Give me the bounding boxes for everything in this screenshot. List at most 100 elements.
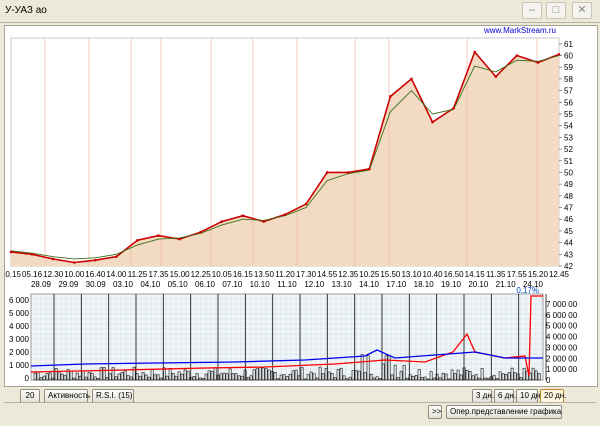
price-point — [30, 253, 34, 256]
title-bar: У-УАЗ ао – □ ✕ — [0, 0, 600, 23]
y-tick-label: 43 — [564, 250, 573, 259]
y-tick-label: 51 — [564, 157, 573, 166]
date-label: 11.10 — [277, 280, 297, 289]
period-10d-button[interactable]: 10 дн. — [516, 389, 542, 403]
window-title: У-УАЗ ао — [5, 5, 47, 16]
date-label: 17.10 — [386, 280, 407, 289]
price-point — [431, 120, 434, 124]
x-tick-label: 11.20 — [275, 270, 295, 279]
minimize-icon: – — [528, 4, 536, 16]
x-tick-label: 16.50 — [444, 270, 465, 279]
date-label: 19.10 — [441, 280, 462, 289]
y-tick-label: 57 — [564, 87, 573, 96]
left-tick-label: 1 000 — [9, 361, 30, 370]
period-3d-button[interactable]: 3 дн. — [472, 389, 494, 403]
y-tick-label: 46 — [564, 215, 573, 224]
date-label: 10.10 — [250, 280, 271, 289]
right-tick-label: 4 000 00 — [546, 333, 578, 342]
price-point — [368, 167, 371, 171]
left-tick-label: 3 000 — [9, 335, 30, 344]
x-tick-label: 14.00 — [106, 270, 127, 279]
x-tick-label: 12.35 — [338, 270, 359, 279]
price-point — [452, 106, 455, 110]
divider — [4, 402, 596, 403]
x-tick-label: 10.40 — [423, 270, 444, 279]
y-tick-label: 61 — [564, 40, 573, 49]
y-tick-label: 58 — [564, 75, 573, 84]
date-label: 04.10 — [140, 280, 161, 289]
scroll-right-button[interactable]: >> — [428, 405, 442, 419]
x-tick-label: 16.15 — [233, 270, 254, 279]
y-tick-label: 47 — [564, 204, 573, 213]
left-tick-label: 6 000 — [9, 296, 30, 305]
price-point — [473, 50, 476, 54]
maximize-button[interactable]: □ — [546, 2, 566, 19]
right-tick-label: 2 000 00 — [546, 354, 578, 363]
left-tick-label: 2 000 — [9, 348, 30, 357]
y-tick-label: 44 — [564, 239, 573, 248]
y-tick-label: 45 — [564, 227, 573, 236]
date-label: 13.10 — [332, 280, 353, 289]
percent-badge: 0,17% — [516, 286, 539, 295]
x-tick-label: 20.15 — [5, 270, 22, 279]
date-label: 06.10 — [195, 280, 216, 289]
activity-button[interactable]: Активность — [44, 389, 90, 403]
price-point — [115, 255, 118, 258]
price-point — [72, 261, 76, 264]
chart-svg: 6160595857565554535251504948474645444342… — [1, 26, 578, 385]
x-tick-label: 12.30 — [43, 270, 64, 279]
date-label: 30.09 — [86, 280, 107, 289]
date-label: 18.10 — [414, 280, 435, 289]
price-point — [283, 213, 287, 216]
period-button[interactable]: 20 — [20, 389, 40, 403]
y-tick-label: 49 — [564, 180, 573, 189]
x-tick-label: 11.25 — [128, 270, 148, 279]
price-point — [536, 61, 540, 64]
price-point — [346, 171, 350, 174]
date-label: 12.10 — [304, 280, 325, 289]
period-6d-button[interactable]: 6 дн. — [494, 389, 516, 403]
price-point — [494, 75, 498, 78]
minimize-button[interactable]: – — [522, 2, 542, 19]
chart-area: 61 60 59 58 57 56 55 54 53 52 51 50 49 48 47 46 45 44 43 42… — [1, 25, 598, 387]
period-20d-button[interactable]: 20 дн. — [540, 389, 566, 403]
y-tick-label: 59 — [564, 63, 573, 72]
oper-view-button[interactable]: Опер.представление графика — [446, 405, 562, 419]
x-tick-label: 17.55 — [507, 270, 528, 279]
price-point — [199, 230, 202, 234]
left-tick-label: 4 000 — [9, 322, 30, 331]
maximize-icon: □ — [552, 4, 560, 16]
x-tick-label: 11.35 — [486, 270, 506, 279]
x-tick-label: 12.25 — [191, 270, 212, 279]
price-point — [389, 95, 392, 98]
y-tick-label: 55 — [564, 110, 573, 119]
close-button[interactable]: ✕ — [572, 2, 592, 19]
x-tick-label: 14.15 — [465, 270, 486, 279]
x-tick-label: 13.50 — [254, 270, 275, 279]
y-tick-label: 53 — [564, 133, 573, 142]
x-tick-label: 05.16 — [22, 270, 43, 279]
price-point — [51, 257, 55, 261]
x-tick-label: 17.30 — [296, 270, 317, 279]
date-label: 14.10 — [359, 280, 380, 289]
date-label: 05.10 — [168, 280, 189, 289]
y-tick-label: 50 — [564, 168, 573, 177]
date-label: 20.10 — [468, 280, 489, 289]
x-tick-label: 14.55 — [317, 270, 338, 279]
x-tick-label: 10.05 — [212, 270, 233, 279]
right-tick-label: 7 000 00 — [546, 300, 578, 309]
right-tick-label: 5 000 00 — [546, 322, 578, 331]
date-label: 21.10 — [496, 280, 517, 289]
x-tick-label: 10.25 — [359, 270, 380, 279]
watermark: www.MarkStream.ru — [483, 26, 556, 35]
rsi-button[interactable]: R.S.I. (15) — [92, 389, 134, 403]
date-label: 28.09 — [31, 280, 52, 289]
right-tick-label: 1 000 00 — [546, 365, 578, 374]
left-tick-label: 5 000 — [9, 309, 30, 318]
price-point — [136, 238, 139, 242]
y-tick-label: 52 — [564, 145, 573, 154]
x-tick-label: 17.35 — [149, 270, 170, 279]
price-point — [9, 250, 13, 254]
price-point — [94, 258, 97, 262]
x-tick-label: 15.00 — [170, 270, 191, 279]
